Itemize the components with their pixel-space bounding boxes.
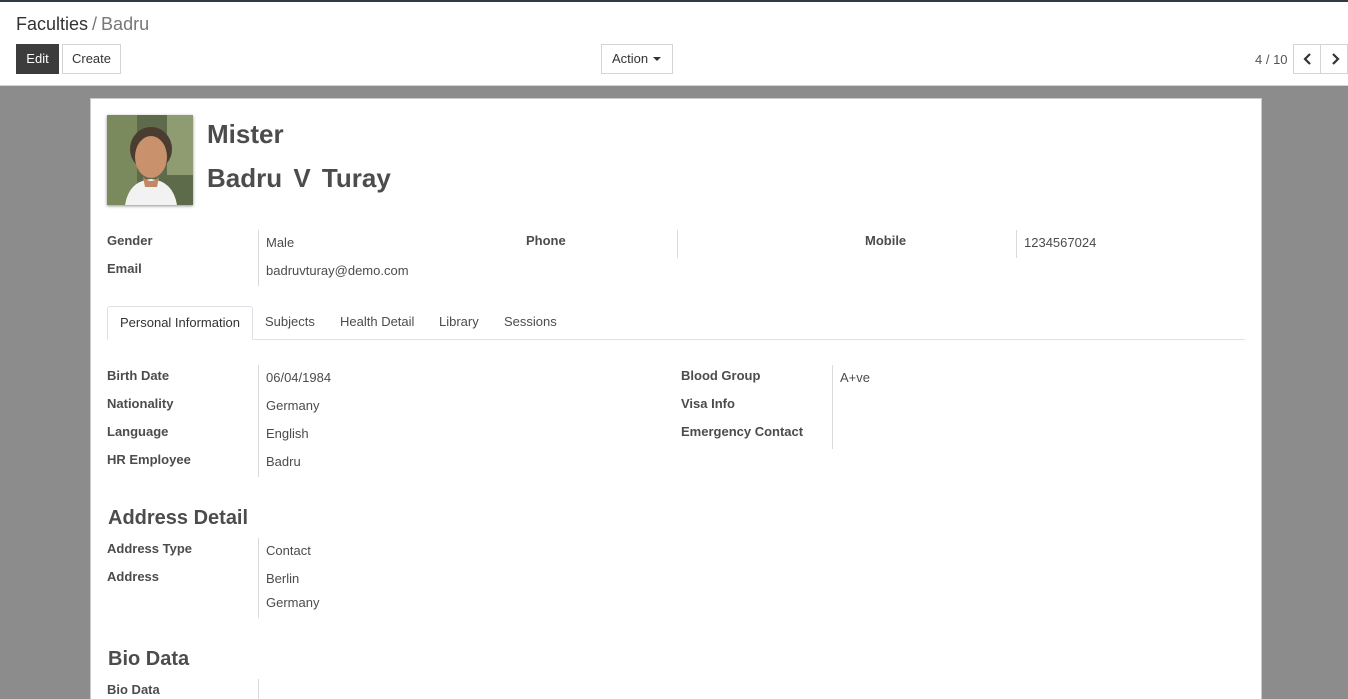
visa-info-label: Visa Info	[681, 396, 735, 411]
hr-employee-value[interactable]: Badru	[266, 454, 301, 469]
divider	[258, 365, 259, 477]
divider	[832, 365, 833, 449]
divider	[1016, 230, 1017, 258]
action-dropdown-button[interactable]: Action	[601, 44, 673, 74]
breadcrumb-current: Badru	[101, 14, 150, 34]
tab-subjects[interactable]: Subjects	[253, 306, 327, 339]
edit-button[interactable]: Edit	[16, 44, 59, 74]
language-label: Language	[107, 424, 169, 439]
pager-next-button[interactable]	[1320, 44, 1348, 74]
gender-label: Gender	[107, 233, 153, 248]
emergency-contact-label: Emergency Contact	[681, 424, 804, 439]
tab-sessions[interactable]: Sessions	[492, 306, 569, 339]
breadcrumb-parent[interactable]: Faculties	[16, 14, 88, 34]
mobile-value: 1234567024	[1024, 235, 1097, 250]
chevron-right-icon	[1332, 53, 1340, 65]
divider	[258, 538, 259, 618]
faculty-title: Mister	[207, 119, 284, 149]
tab-personal-information[interactable]: Personal Information	[107, 306, 253, 340]
divider	[258, 230, 259, 260]
address-line-country: Germany	[266, 595, 320, 610]
pager-value[interactable]: 4 / 10	[1255, 52, 1288, 67]
address-type-value: Contact	[266, 543, 311, 558]
address-detail-heading: Address Detail	[108, 507, 249, 529]
blood-group-value: A+ve	[840, 370, 870, 385]
mobile-label: Mobile	[865, 233, 907, 248]
faculty-avatar[interactable]	[107, 115, 193, 205]
email-value[interactable]: badruvturay@demo.com	[266, 263, 409, 278]
pager-previous-button[interactable]	[1293, 44, 1321, 74]
breadcrumb-separator: /	[92, 14, 98, 34]
bio-data-label: Bio Data	[107, 682, 160, 697]
divider	[258, 679, 259, 699]
nationality-label: Nationality	[107, 396, 174, 411]
gender-value: Male	[266, 235, 295, 250]
email-label: Email	[107, 261, 142, 276]
form-sheet: Mister Badru V Turay Gender Male Phone M…	[90, 98, 1262, 699]
create-button[interactable]: Create	[62, 44, 121, 74]
tab-health-detail[interactable]: Health Detail	[328, 306, 426, 339]
breadcrumb: Faculties / Badru	[16, 14, 149, 35]
chevron-left-icon	[1303, 53, 1311, 65]
faculty-full-name: Badru V Turay	[207, 163, 391, 193]
address-label: Address	[107, 569, 160, 584]
nationality-value[interactable]: Germany	[266, 398, 319, 413]
blood-group-label: Blood Group	[681, 368, 761, 383]
phone-label: Phone	[526, 233, 566, 248]
divider	[258, 258, 259, 286]
notebook-tabs: Personal Information Subjects Health Det…	[107, 306, 1245, 340]
birth-date-label: Birth Date	[107, 368, 170, 383]
address-type-label: Address Type	[107, 541, 193, 556]
hr-employee-label: HR Employee	[107, 452, 191, 467]
language-value[interactable]: English	[266, 426, 309, 441]
birth-date-value: 06/04/1984	[266, 370, 332, 385]
action-label: Action	[612, 51, 649, 66]
control-panel: Faculties / Badru Edit Create Action 4 / 1…	[0, 2, 1348, 86]
caret-down-icon	[653, 57, 661, 61]
divider	[677, 230, 678, 258]
bio-data-heading: Bio Data	[108, 648, 190, 670]
tab-library[interactable]: Library	[427, 306, 491, 339]
address-line-city: Berlin	[266, 571, 300, 586]
